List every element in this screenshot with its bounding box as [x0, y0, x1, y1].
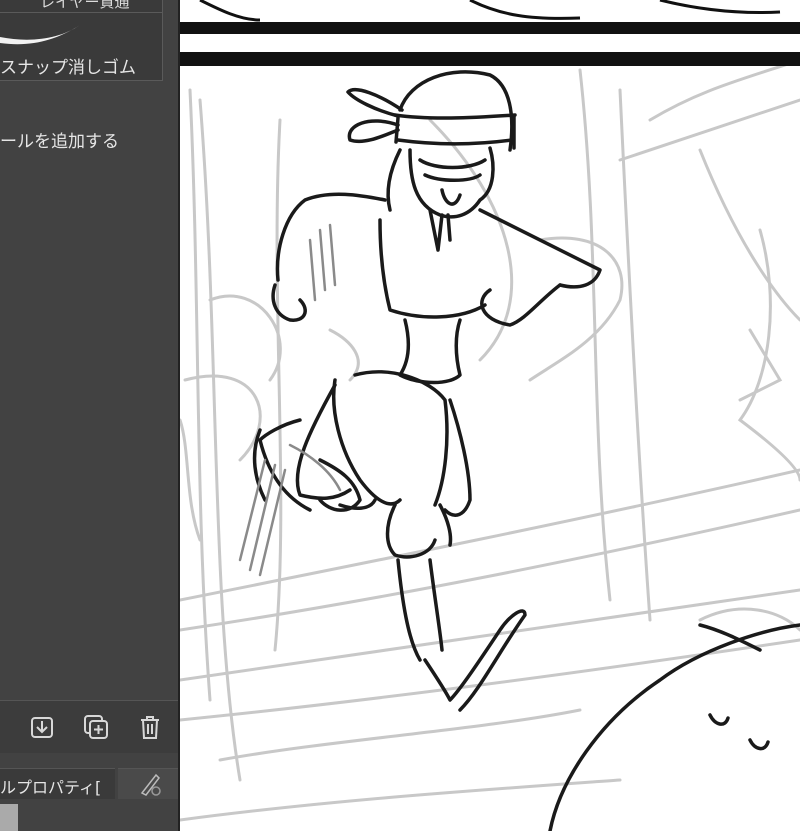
tab-label: ルプロパティ[ [0, 778, 102, 797]
brush-tab-icon [140, 773, 161, 796]
subtool-item-snap-eraser[interactable]: スナップ消しゴム [0, 13, 163, 81]
brush-tab[interactable] [118, 768, 178, 799]
panel-border-line [180, 52, 800, 66]
drawing-canvas[interactable] [180, 0, 800, 831]
brush-preview-icon [0, 25, 80, 45]
trash-icon[interactable] [136, 713, 164, 741]
tool-property-tab[interactable]: ルプロパティ[ [0, 768, 115, 799]
property-slider[interactable] [0, 804, 18, 831]
subtool-label: レイヤー貫通 [40, 0, 130, 11]
subtool-item-layer-penetrate[interactable]: レイヤー貫通 [0, 0, 163, 13]
panel-border-line [180, 22, 800, 34]
add-subtool-link[interactable]: ールを追加する [0, 127, 119, 152]
panel-bottom-toolbar [0, 700, 178, 753]
merge-down-icon[interactable] [28, 713, 56, 741]
sub-tool-panel: レイヤー貫通 スナップ消しゴム ールを追加する ルプロパティ[ [0, 0, 178, 831]
new-layer-icon[interactable] [82, 713, 110, 741]
subtool-label: スナップ消しゴム [0, 58, 136, 78]
